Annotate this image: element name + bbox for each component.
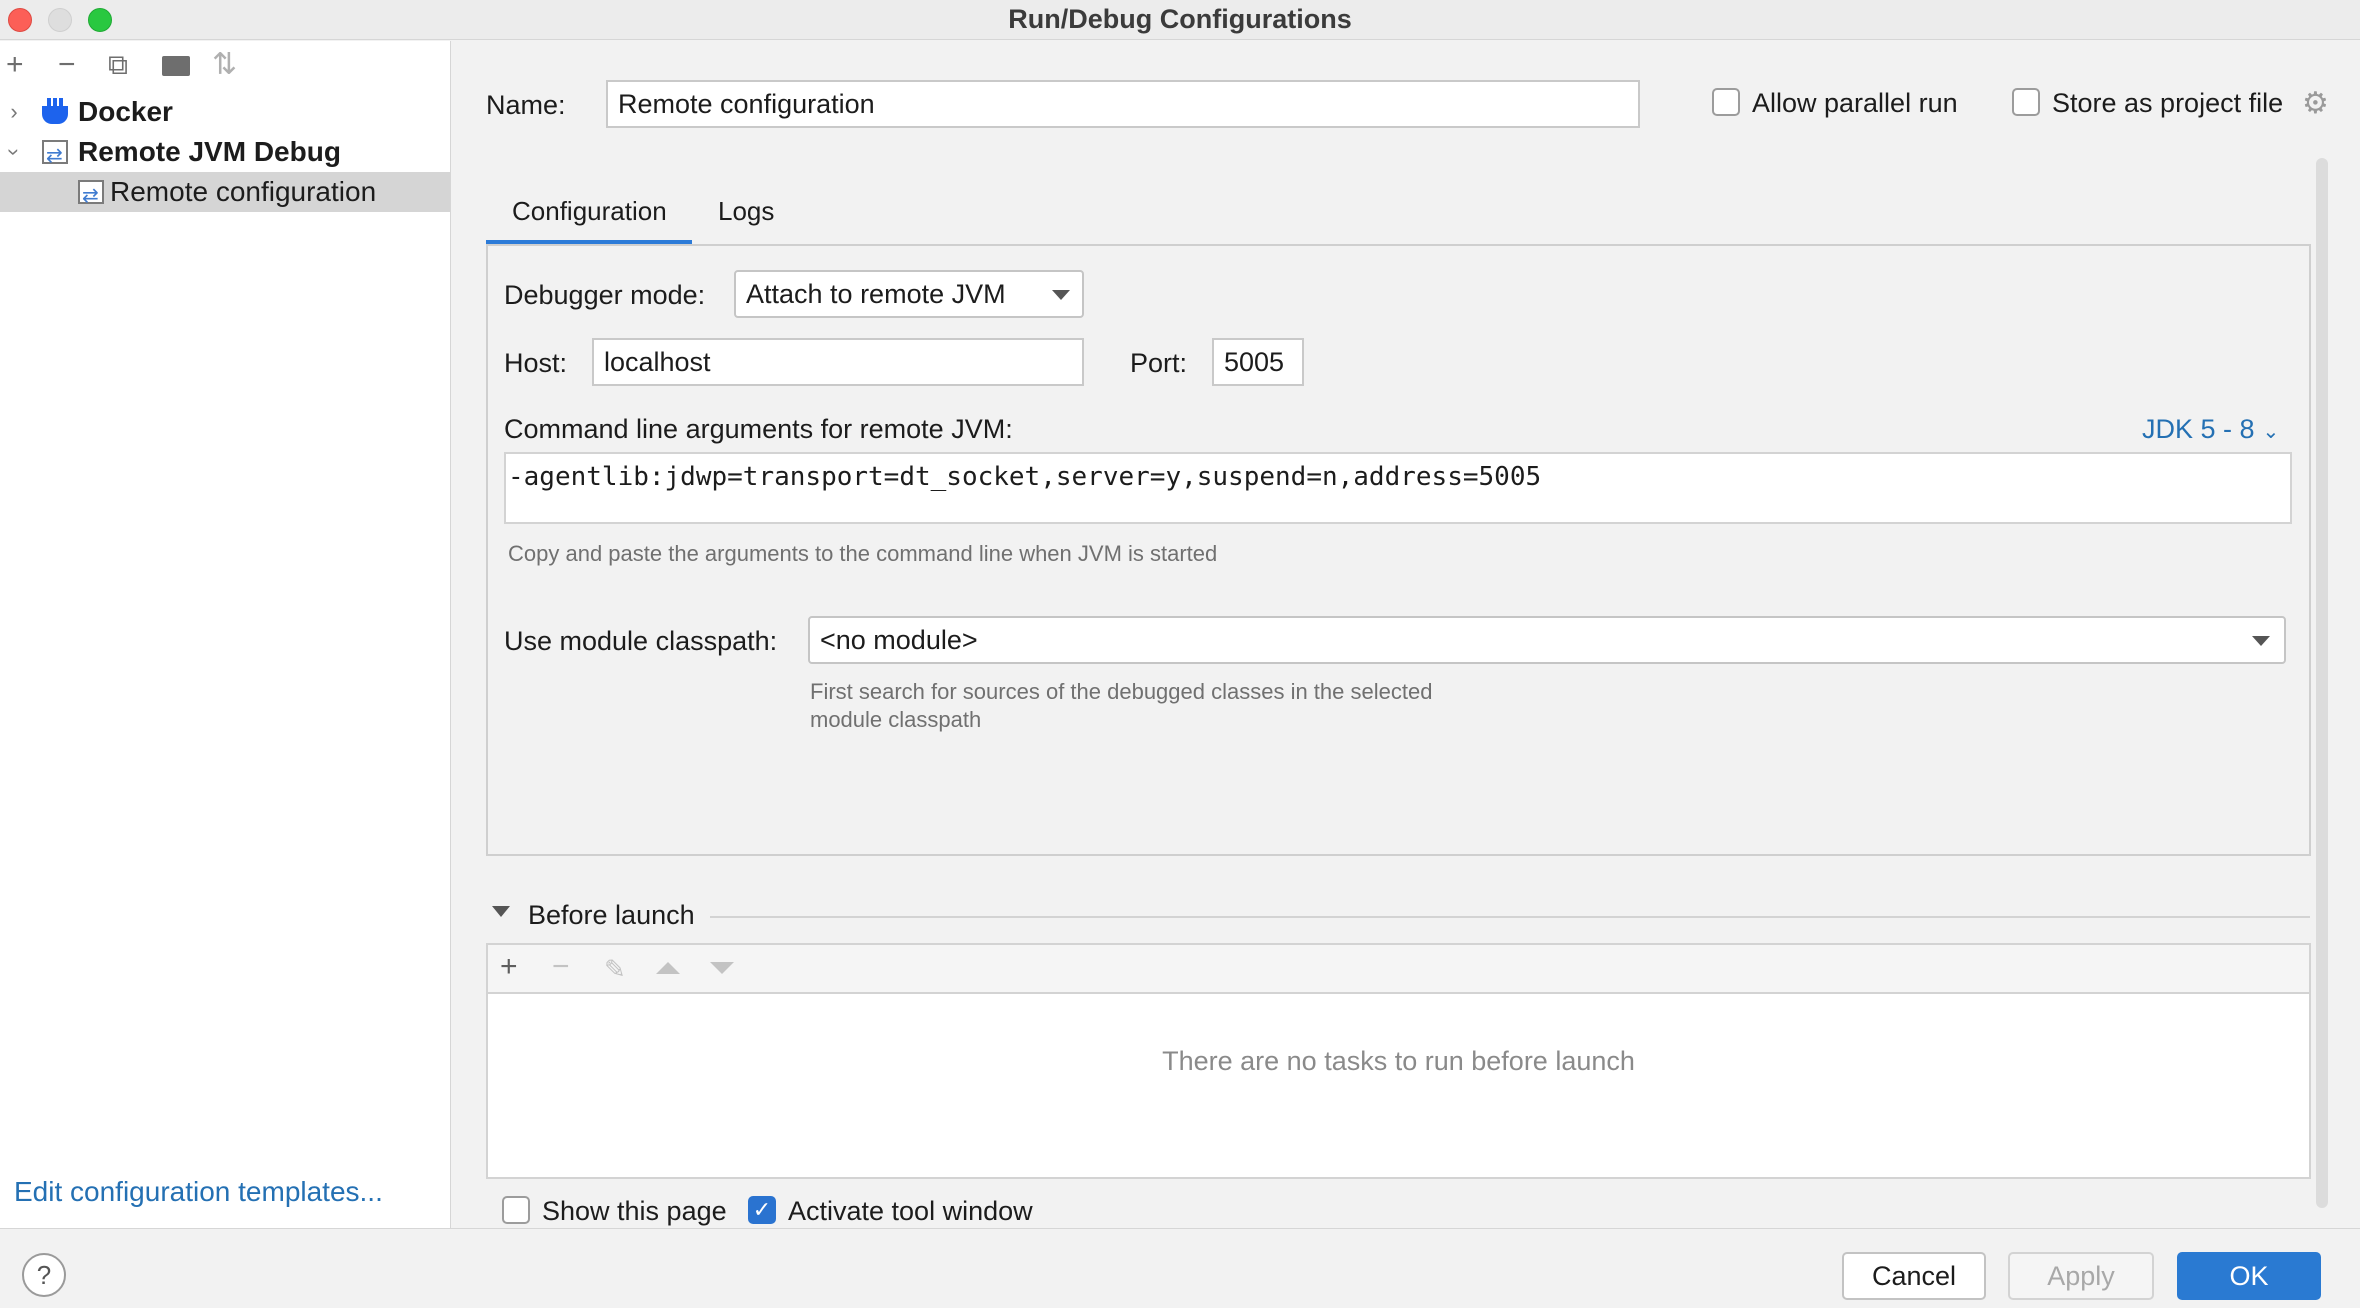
vertical-scrollbar[interactable] bbox=[2316, 158, 2328, 1208]
remove-task-icon[interactable]: − bbox=[552, 950, 570, 984]
show-this-page-label: Show this page bbox=[542, 1196, 727, 1226]
docker-icon bbox=[42, 98, 68, 124]
remove-icon[interactable]: − bbox=[58, 50, 76, 80]
before-launch-divider bbox=[710, 916, 2310, 918]
jdk-version-label: JDK 5 - 8 bbox=[2142, 414, 2255, 444]
tree-item-remote-jvm-debug[interactable]: › Remote JVM Debug bbox=[0, 132, 450, 176]
tree-item-label: Remote configuration bbox=[110, 176, 377, 207]
edit-task-icon[interactable]: ✎ bbox=[604, 954, 626, 985]
module-classpath-value: <no module> bbox=[820, 625, 978, 655]
tab-logs[interactable]: Logs bbox=[718, 196, 774, 227]
cancel-button[interactable]: Cancel bbox=[1842, 1252, 1986, 1300]
before-launch-toolbar bbox=[486, 943, 2311, 993]
chevron-down-icon bbox=[2252, 636, 2270, 646]
module-classpath-label: Use module classpath: bbox=[504, 626, 778, 656]
tree-item-label: Docker bbox=[78, 96, 173, 127]
allow-parallel-run-label: Allow parallel run bbox=[1752, 88, 1958, 118]
store-as-project-file-checkbox[interactable] bbox=[2012, 88, 2040, 116]
move-down-icon[interactable] bbox=[710, 962, 734, 974]
activate-tool-window-label: Activate tool window bbox=[788, 1196, 1033, 1226]
host-input[interactable]: localhost bbox=[592, 338, 1084, 386]
host-label: Host: bbox=[504, 348, 568, 378]
chevron-right-icon[interactable]: › bbox=[4, 92, 24, 132]
command-line-arguments-label: Command line arguments for remote JVM: bbox=[504, 414, 1013, 444]
tree-item-docker[interactable]: › Docker bbox=[0, 92, 450, 132]
empty-tasks-message: There are no tasks to run before launch bbox=[1162, 1046, 1635, 1076]
window-title: Run/Debug Configurations bbox=[1008, 4, 1352, 34]
add-task-icon[interactable]: + bbox=[500, 950, 518, 984]
add-icon[interactable]: + bbox=[6, 50, 24, 80]
chevron-down-icon: ⌄ bbox=[2262, 421, 2280, 443]
module-classpath-hint-line1: First search for sources of the debugged… bbox=[810, 679, 1433, 704]
apply-button[interactable]: Apply bbox=[2008, 1252, 2154, 1300]
port-input[interactable]: 5005 bbox=[1212, 338, 1304, 386]
module-classpath-hint-line2: module classpath bbox=[810, 707, 982, 732]
debugger-mode-value: Attach to remote JVM bbox=[746, 279, 1006, 309]
tab-configuration[interactable]: Configuration bbox=[512, 196, 667, 227]
sidebar bbox=[0, 41, 451, 1228]
chevron-down-icon[interactable]: › bbox=[0, 142, 34, 162]
command-line-hint: Copy and paste the arguments to the comm… bbox=[508, 541, 1218, 566]
debugger-mode-label: Debugger mode: bbox=[504, 280, 706, 310]
edit-configuration-templates-link[interactable]: Edit configuration templates... bbox=[14, 1176, 383, 1208]
name-input[interactable]: Remote configuration bbox=[606, 80, 1640, 128]
tree-item-label: Remote JVM Debug bbox=[78, 136, 341, 167]
activate-tool-window-checkbox[interactable]: ✓ bbox=[748, 1196, 776, 1224]
allow-parallel-run-checkbox[interactable] bbox=[1712, 88, 1740, 116]
move-up-icon[interactable] bbox=[656, 962, 680, 974]
tree-item-remote-configuration[interactable]: Remote configuration bbox=[0, 172, 450, 216]
folder-add-icon[interactable] bbox=[162, 56, 190, 76]
remote-jvm-icon bbox=[42, 136, 68, 176]
name-label: Name: bbox=[486, 90, 566, 120]
copy-icon[interactable]: ⧉ bbox=[108, 50, 128, 80]
before-launch-task-list[interactable] bbox=[486, 992, 2311, 1179]
chevron-down-icon bbox=[1052, 290, 1070, 300]
ok-button[interactable]: OK bbox=[2177, 1252, 2321, 1300]
collapse-triangle-icon[interactable] bbox=[492, 906, 510, 917]
store-as-project-file-label: Store as project file bbox=[2052, 88, 2284, 118]
command-line-arguments-field[interactable]: -agentlib:jdwp=transport=dt_socket,serve… bbox=[504, 452, 2292, 524]
show-this-page-checkbox[interactable] bbox=[502, 1196, 530, 1224]
before-launch-title[interactable]: Before launch bbox=[528, 900, 695, 931]
sort-icon[interactable]: ⇅ bbox=[212, 50, 237, 80]
bottom-bar bbox=[0, 1228, 2360, 1308]
module-classpath-select[interactable]: <no module> bbox=[808, 616, 2286, 664]
debugger-mode-select[interactable]: Attach to remote JVM bbox=[734, 270, 1084, 318]
port-label: Port: bbox=[1130, 348, 1188, 378]
gear-icon[interactable]: ⚙ bbox=[2302, 86, 2329, 121]
remote-jvm-icon bbox=[78, 176, 104, 216]
jdk-version-selector[interactable]: JDK 5 - 8 ⌄ bbox=[2142, 414, 2279, 445]
help-button[interactable]: ? bbox=[22, 1253, 66, 1297]
